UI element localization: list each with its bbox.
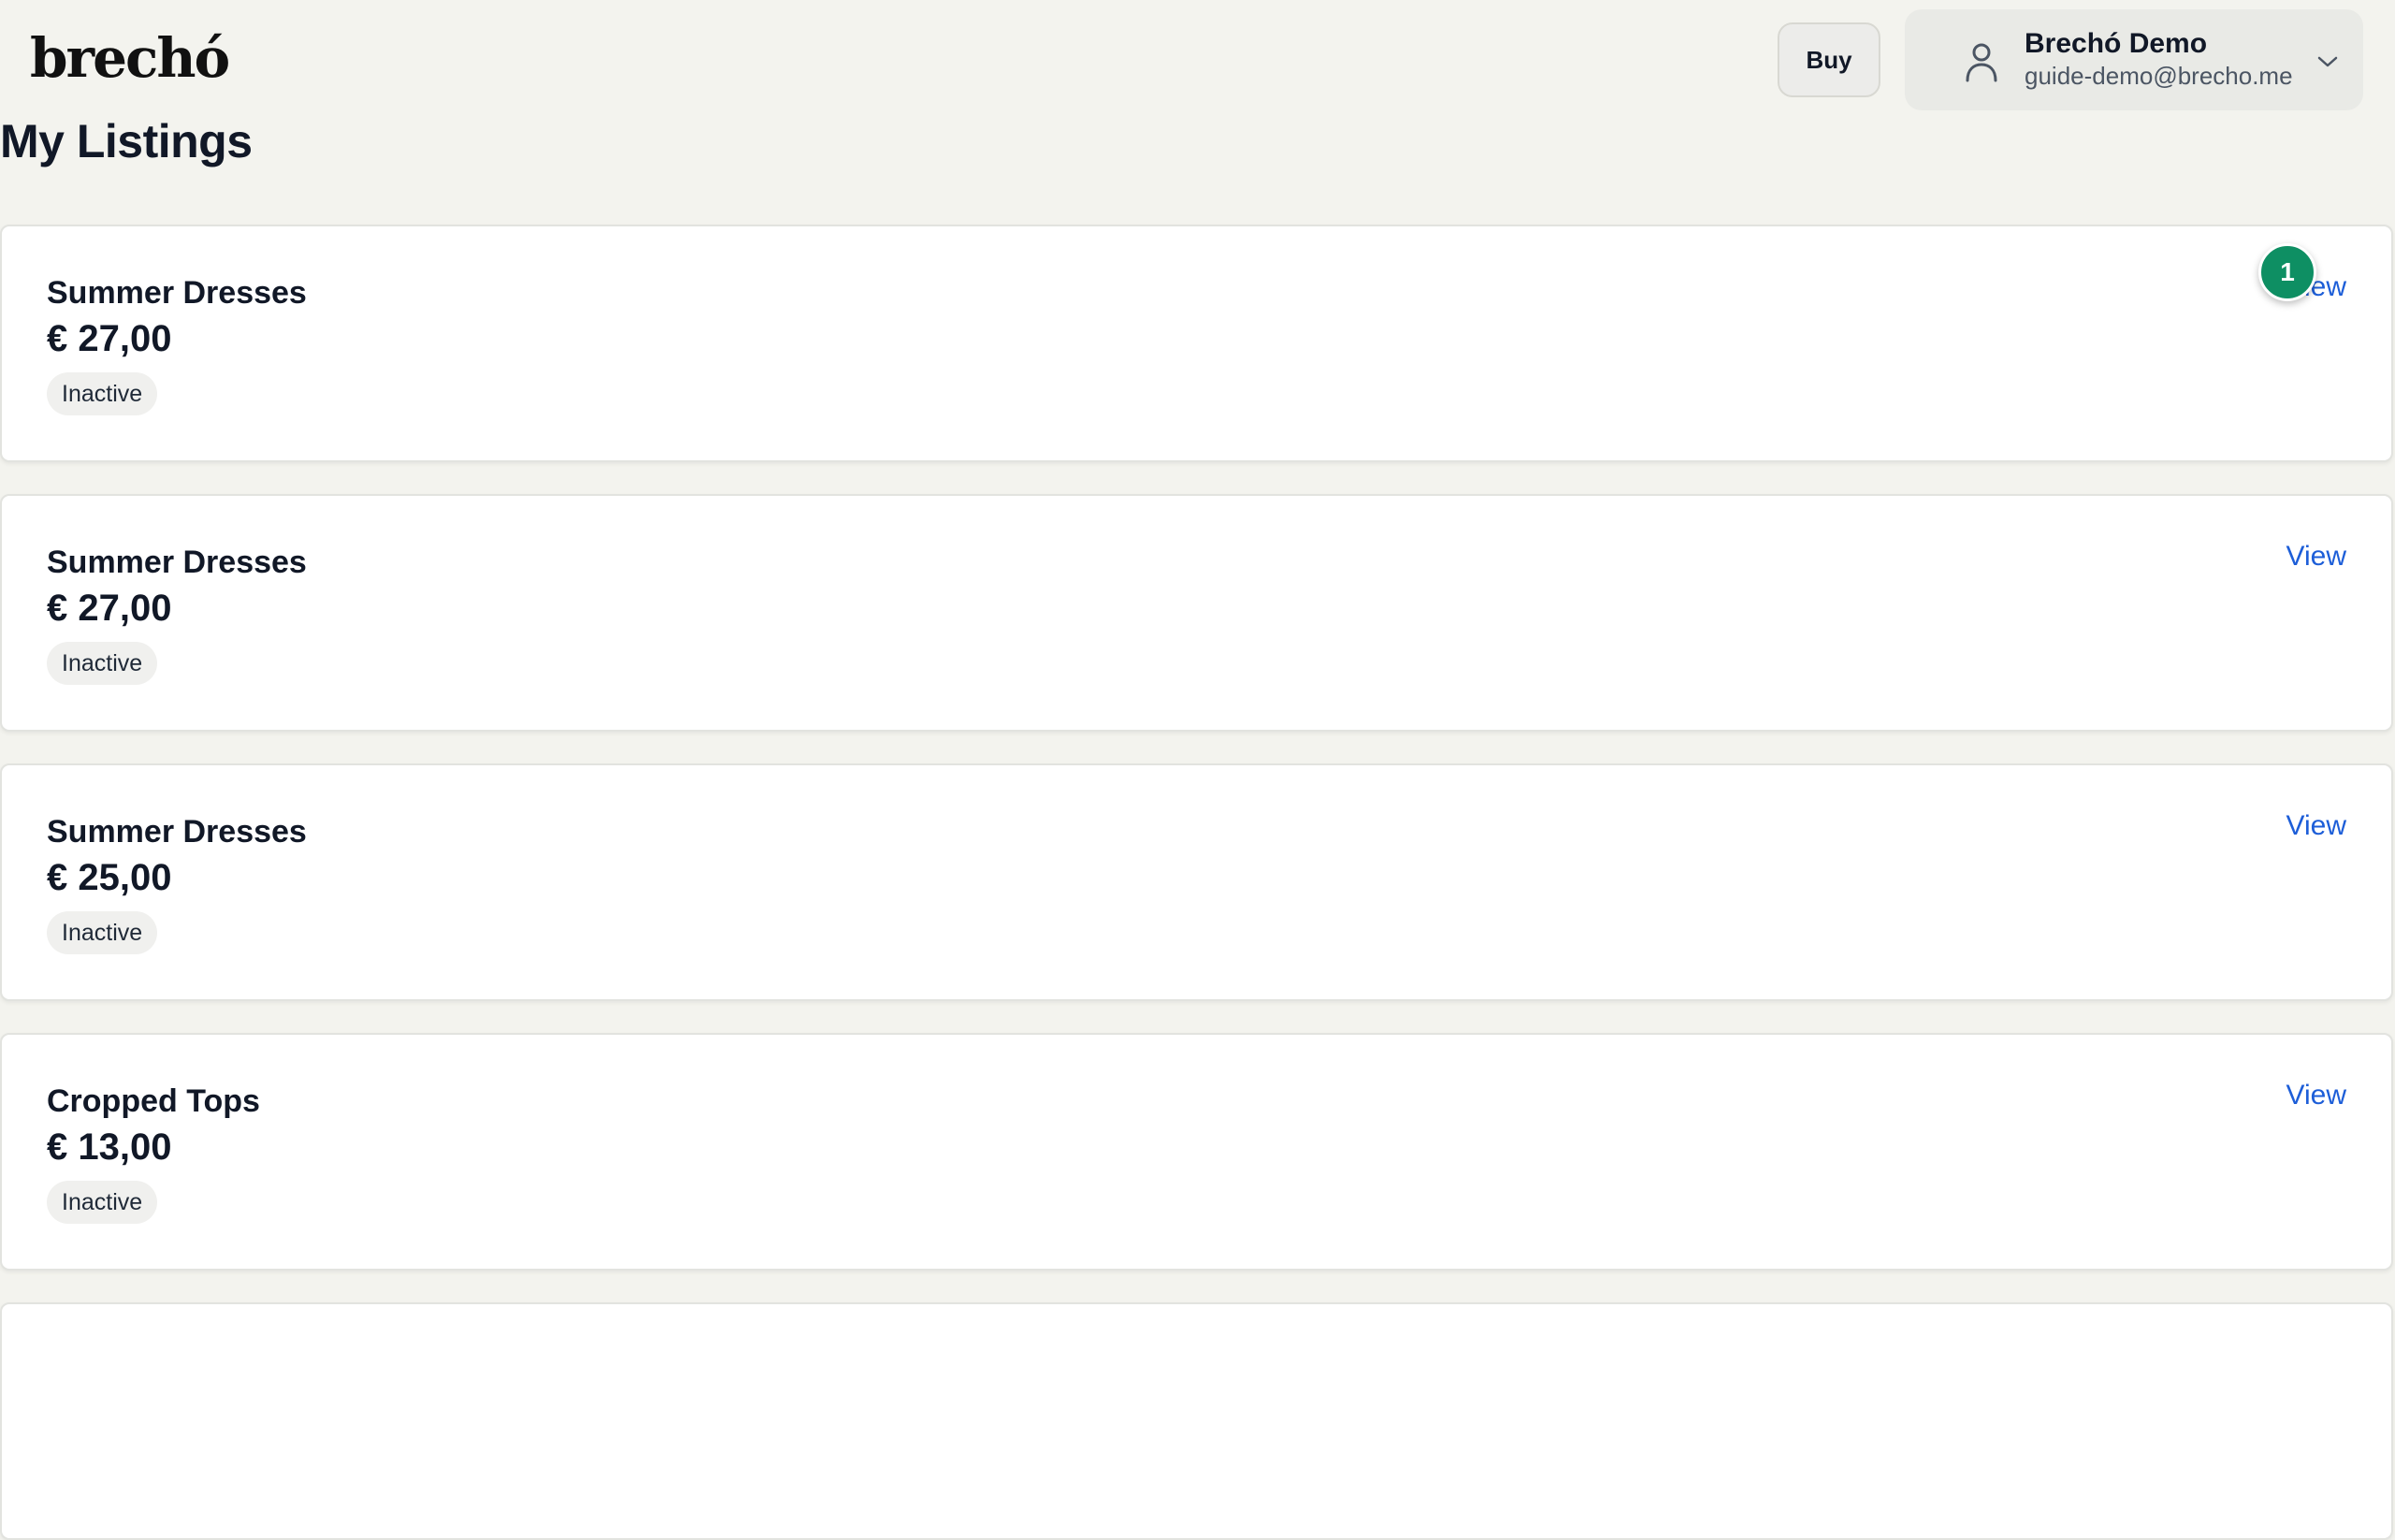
page-title: My Listings xyxy=(0,115,253,167)
view-link[interactable]: View xyxy=(2286,541,2346,573)
guide-step-badge: 1 xyxy=(2258,243,2316,301)
listing-price: € 13,00 xyxy=(47,1126,172,1168)
chevron-down-icon xyxy=(2317,56,2338,67)
status-badge: Inactive xyxy=(47,1181,158,1224)
status-badge: Inactive xyxy=(47,372,158,415)
listing-card: Summer Dresses € 25,00 Inactive View xyxy=(0,763,2393,1001)
listing-card: Cropped Tops € 13,00 Inactive View xyxy=(0,1033,2393,1271)
listing-card: Summer Dresses € 27,00 Inactive View xyxy=(0,494,2393,732)
listing-card xyxy=(0,1302,2393,1540)
listing-card: Summer Dresses € 27,00 Inactive View xyxy=(0,225,2393,462)
user-name: Brechó Demo xyxy=(2025,28,2208,59)
brecho-logo[interactable]: brechó xyxy=(30,21,230,95)
listing-title: Cropped Tops xyxy=(47,1083,260,1119)
listing-title: Summer Dresses xyxy=(47,545,307,580)
user-email: guide-demo@brecho.me xyxy=(2025,62,2293,90)
buy-button[interactable]: Buy xyxy=(1778,22,1880,97)
listing-price: € 27,00 xyxy=(47,588,172,629)
status-badge: Inactive xyxy=(47,911,158,954)
listing-title: Summer Dresses xyxy=(47,275,307,311)
user-icon xyxy=(1966,43,1997,82)
view-link[interactable]: View xyxy=(2286,810,2346,842)
status-badge: Inactive xyxy=(47,642,158,685)
listing-title: Summer Dresses xyxy=(47,814,307,850)
view-link[interactable]: View xyxy=(2286,1080,2346,1111)
listing-price: € 27,00 xyxy=(47,318,172,359)
user-menu-button[interactable]: Brechó Demo guide-demo@brecho.me xyxy=(1905,9,2363,110)
listing-price: € 25,00 xyxy=(47,857,172,898)
top-header: brechó Buy Brechó Demo guide-demo@brecho… xyxy=(0,0,2395,120)
